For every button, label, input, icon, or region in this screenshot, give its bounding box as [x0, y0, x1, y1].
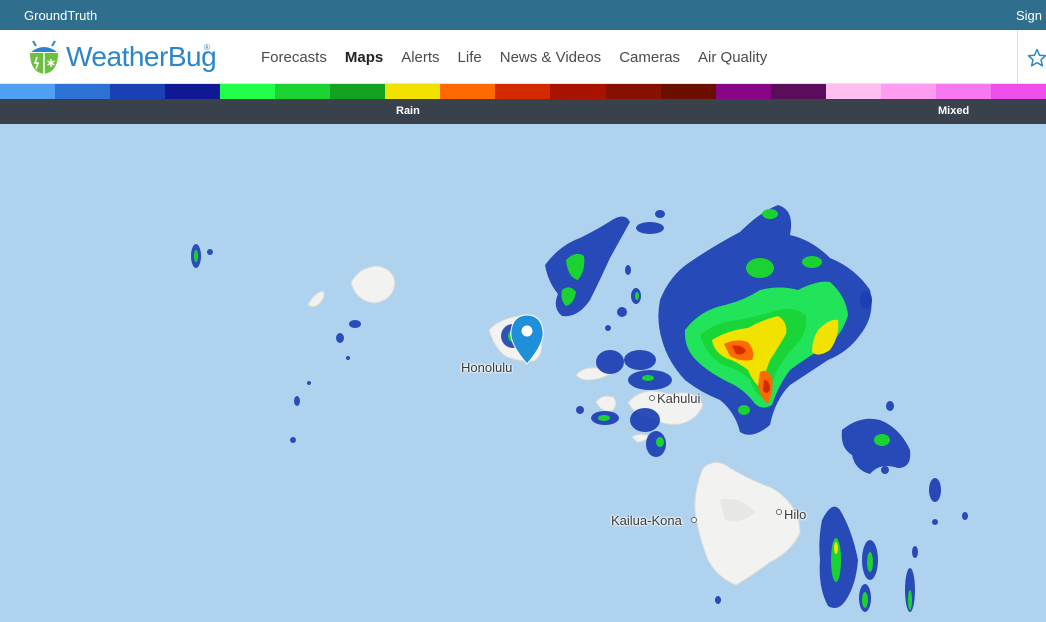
weatherbug-logo[interactable]: WeatherBug ®: [26, 40, 217, 76]
legend-swatch-15: [825, 84, 881, 99]
sign-in-link[interactable]: Sign: [1016, 8, 1042, 23]
map-canvas[interactable]: [0, 124, 1046, 622]
legend-labels: Rain Mixed: [0, 99, 1046, 124]
favorite-button[interactable]: [1017, 30, 1046, 84]
groundtruth-brand[interactable]: GroundTruth: [24, 8, 97, 23]
legend-swatch-13: [715, 84, 771, 99]
legend-swatch-18: [990, 84, 1046, 99]
main-nav-bar: WeatherBug ® Forecasts Maps Alerts Life …: [0, 30, 1046, 84]
legend-swatch-6: [330, 84, 386, 99]
legend-swatch-5: [275, 84, 331, 99]
star-icon: [1027, 48, 1046, 67]
island-big-island: [694, 462, 801, 586]
nav-air-quality[interactable]: Air Quality: [689, 49, 776, 66]
top-bar: GroundTruth Sign: [0, 0, 1046, 30]
radar-map[interactable]: Honolulu Kahului Kailua-Kona Hilo: [0, 124, 1046, 622]
legend-swatch-11: [605, 84, 661, 99]
primary-nav: Forecasts Maps Alerts Life News & Videos…: [252, 30, 776, 84]
legend-swatch-10: [550, 84, 606, 99]
island-lanai: [595, 395, 617, 412]
city-label-hilo: Hilo: [784, 507, 807, 522]
radar-overlay: [191, 205, 968, 612]
legend-swatch-8: [440, 84, 496, 99]
legend-swatch-7: [385, 84, 441, 99]
legend-swatch-4: [220, 84, 276, 99]
kailua-kona-dot: [691, 517, 697, 523]
legend-swatch-9: [495, 84, 551, 99]
legend-swatch-2: [110, 84, 166, 99]
nav-life[interactable]: Life: [449, 49, 491, 66]
legend-swatch-12: [660, 84, 716, 99]
island-niihau: [307, 290, 325, 308]
legend-swatch-1: [55, 84, 111, 99]
city-label-honolulu: Honolulu: [461, 360, 513, 375]
legend-swatch-14: [770, 84, 826, 99]
legend-swatch-3: [165, 84, 221, 99]
city-label-kailua-kona: Kailua-Kona: [611, 513, 682, 528]
nav-alerts[interactable]: Alerts: [392, 49, 448, 66]
precipitation-color-legend: [0, 84, 1046, 99]
legend-swatch-16: [880, 84, 936, 99]
registered-mark: ®: [204, 43, 210, 52]
kahului-dot: [649, 395, 655, 401]
city-label-kahului: Kahului: [657, 391, 701, 406]
legend-swatch-0: [0, 84, 56, 99]
legend-swatch-17: [935, 84, 991, 99]
nav-forecasts[interactable]: Forecasts: [252, 49, 336, 66]
legend-label-mixed: Mixed: [938, 105, 970, 117]
ladybug-logo-icon: [30, 40, 58, 74]
island-kauai: [350, 265, 396, 304]
nav-maps[interactable]: Maps: [336, 49, 392, 66]
logo-text: WeatherBug: [66, 41, 217, 72]
legend-label-rain: Rain: [396, 105, 420, 117]
nav-news-videos[interactable]: News & Videos: [491, 49, 610, 66]
hilo-dot: [776, 509, 782, 515]
nav-cameras[interactable]: Cameras: [610, 49, 689, 66]
